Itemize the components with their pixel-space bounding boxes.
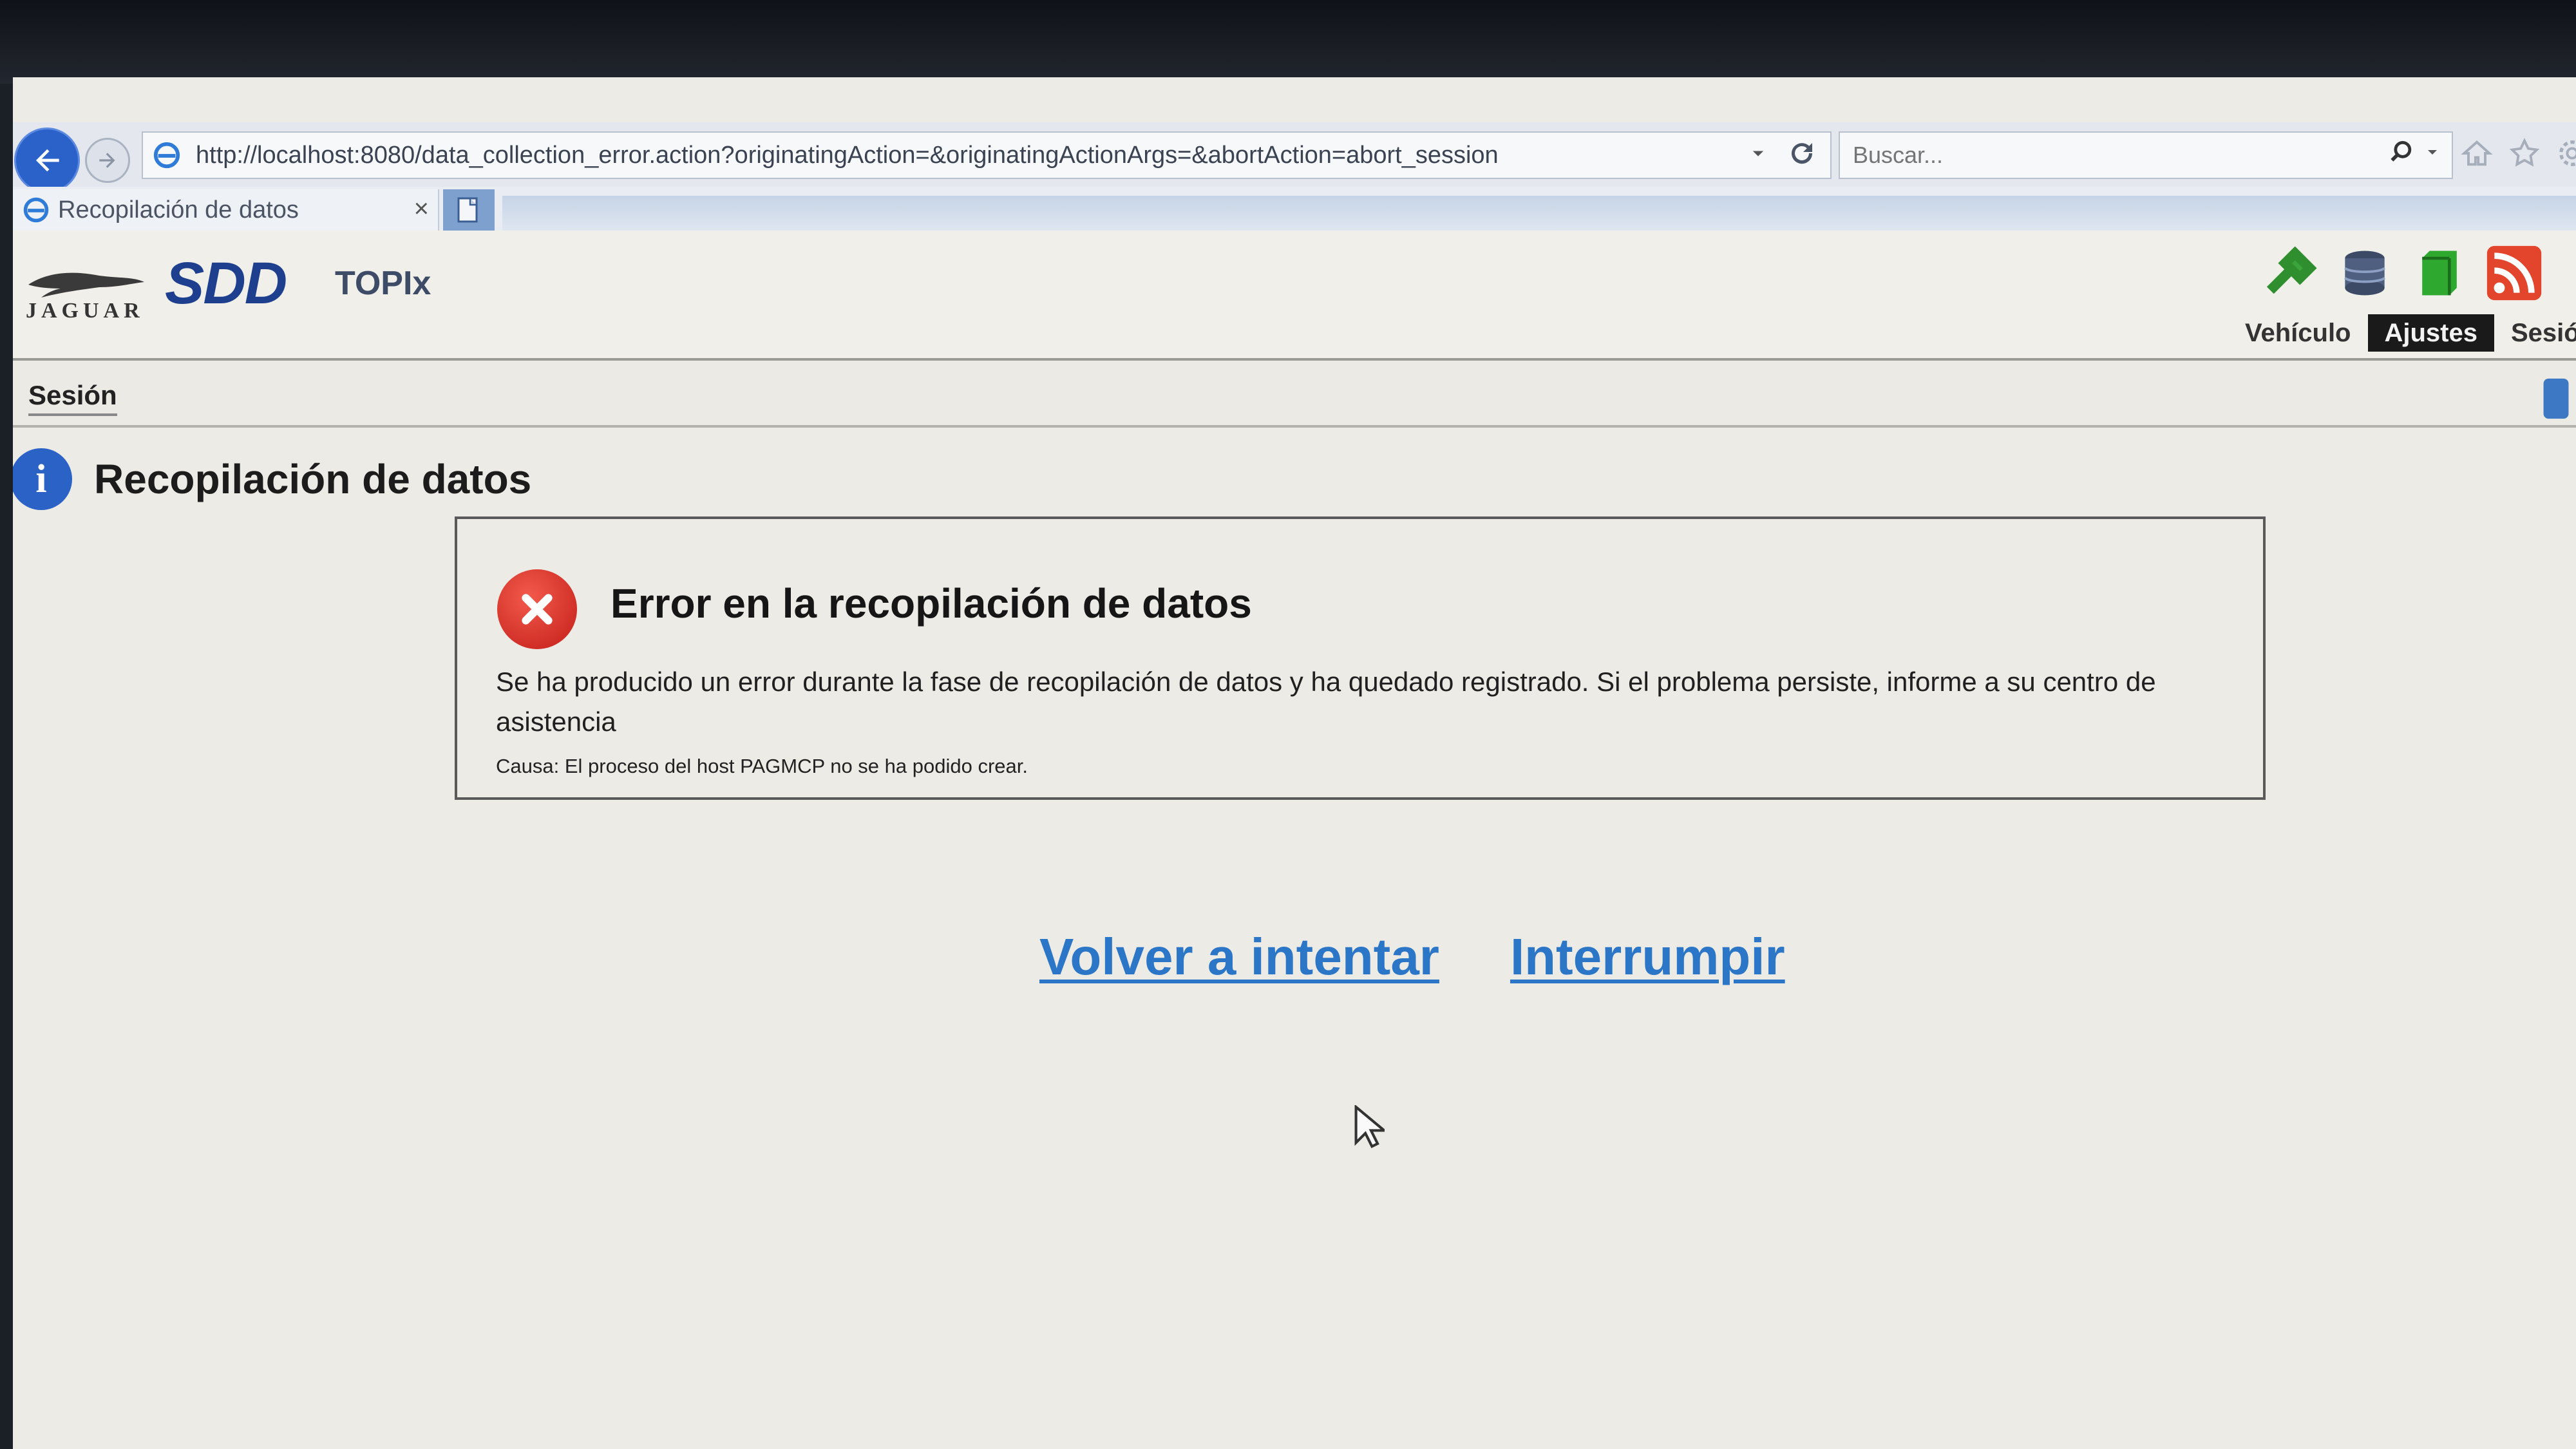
page-heading: i Recopilación de datos <box>13 448 531 510</box>
search-icon[interactable] <box>2387 138 2416 166</box>
app-header: JAGUAR SDD TOPIx Vehículo Ajustes Sesió <box>13 231 2576 361</box>
session-menu[interactable]: Sesión <box>28 380 117 416</box>
error-x-icon <box>497 569 577 649</box>
new-tab-icon <box>457 197 478 223</box>
dropdown-icon[interactable] <box>2425 144 2440 160</box>
header-toolbar <box>2260 243 2544 303</box>
session-divider <box>13 425 2576 428</box>
module-icon[interactable] <box>2410 243 2469 303</box>
tab-strip <box>502 196 2576 231</box>
page-title: Recopilación de datos <box>94 456 532 502</box>
gear-icon[interactable] <box>2555 137 2576 170</box>
database-icon[interactable] <box>2335 243 2394 303</box>
home-icon[interactable] <box>2460 137 2494 170</box>
tab-title: Recopilación de datos <box>58 196 299 223</box>
jaguar-wordmark: JAGUAR <box>26 299 144 323</box>
address-bar-row: http://localhost:8080/data_collection_er… <box>13 122 2576 193</box>
device-icon[interactable] <box>2540 376 2572 421</box>
topix-link[interactable]: TOPIx <box>335 264 431 303</box>
session-bar: Sesión <box>13 361 2576 428</box>
info-icon: i <box>13 448 72 510</box>
screen-bezel <box>0 0 2576 84</box>
search-input[interactable] <box>1852 141 2356 169</box>
rss-icon[interactable] <box>2485 243 2544 303</box>
refresh-icon[interactable] <box>1786 138 1817 169</box>
tab-sesion[interactable]: Sesió <box>2494 314 2576 352</box>
ie-icon <box>153 142 180 169</box>
url-text: http://localhost:8080/data_collection_er… <box>196 141 1499 169</box>
error-cause: Causa: El proceso del host PAGMCP no se … <box>496 755 1028 777</box>
back-button[interactable] <box>14 128 80 193</box>
header-tabs: Vehículo Ajustes Sesió <box>2228 314 2576 352</box>
sdd-logo: SDD <box>165 251 287 316</box>
browser-tab[interactable]: Recopilación de datos × <box>13 189 439 231</box>
dropdown-icon[interactable] <box>1749 144 1767 162</box>
wrench-icon[interactable] <box>2260 243 2320 303</box>
browser-window: http://localhost:8080/data_collection_er… <box>13 77 2576 1449</box>
search-bar[interactable] <box>1839 131 2453 179</box>
ie-icon <box>23 197 49 223</box>
abort-link[interactable]: Interrumpir <box>1510 927 1785 987</box>
mouse-cursor-icon <box>1354 1105 1385 1148</box>
forward-button[interactable] <box>85 138 130 183</box>
tab-close-button[interactable]: × <box>414 194 429 223</box>
back-arrow-icon <box>35 149 59 172</box>
tab-ajustes[interactable]: Ajustes <box>2367 314 2494 352</box>
action-links: Volver a intentar Interrumpir <box>1039 927 1785 987</box>
tab-vehiculo[interactable]: Vehículo <box>2228 314 2368 352</box>
error-message: Se ha producido un error durante la fase… <box>496 667 2156 737</box>
error-panel: Error en la recopilación de datos Se ha … <box>455 516 2266 800</box>
new-tab-button[interactable] <box>443 189 495 231</box>
url-bar[interactable]: http://localhost:8080/data_collection_er… <box>142 131 1832 179</box>
star-icon[interactable] <box>2508 137 2541 170</box>
error-title: Error en la recopilación de datos <box>611 580 1252 627</box>
retry-link[interactable]: Volver a intentar <box>1039 927 1439 987</box>
tab-row: Recopilación de datos × <box>13 187 2576 231</box>
forward-arrow-icon <box>99 153 115 168</box>
